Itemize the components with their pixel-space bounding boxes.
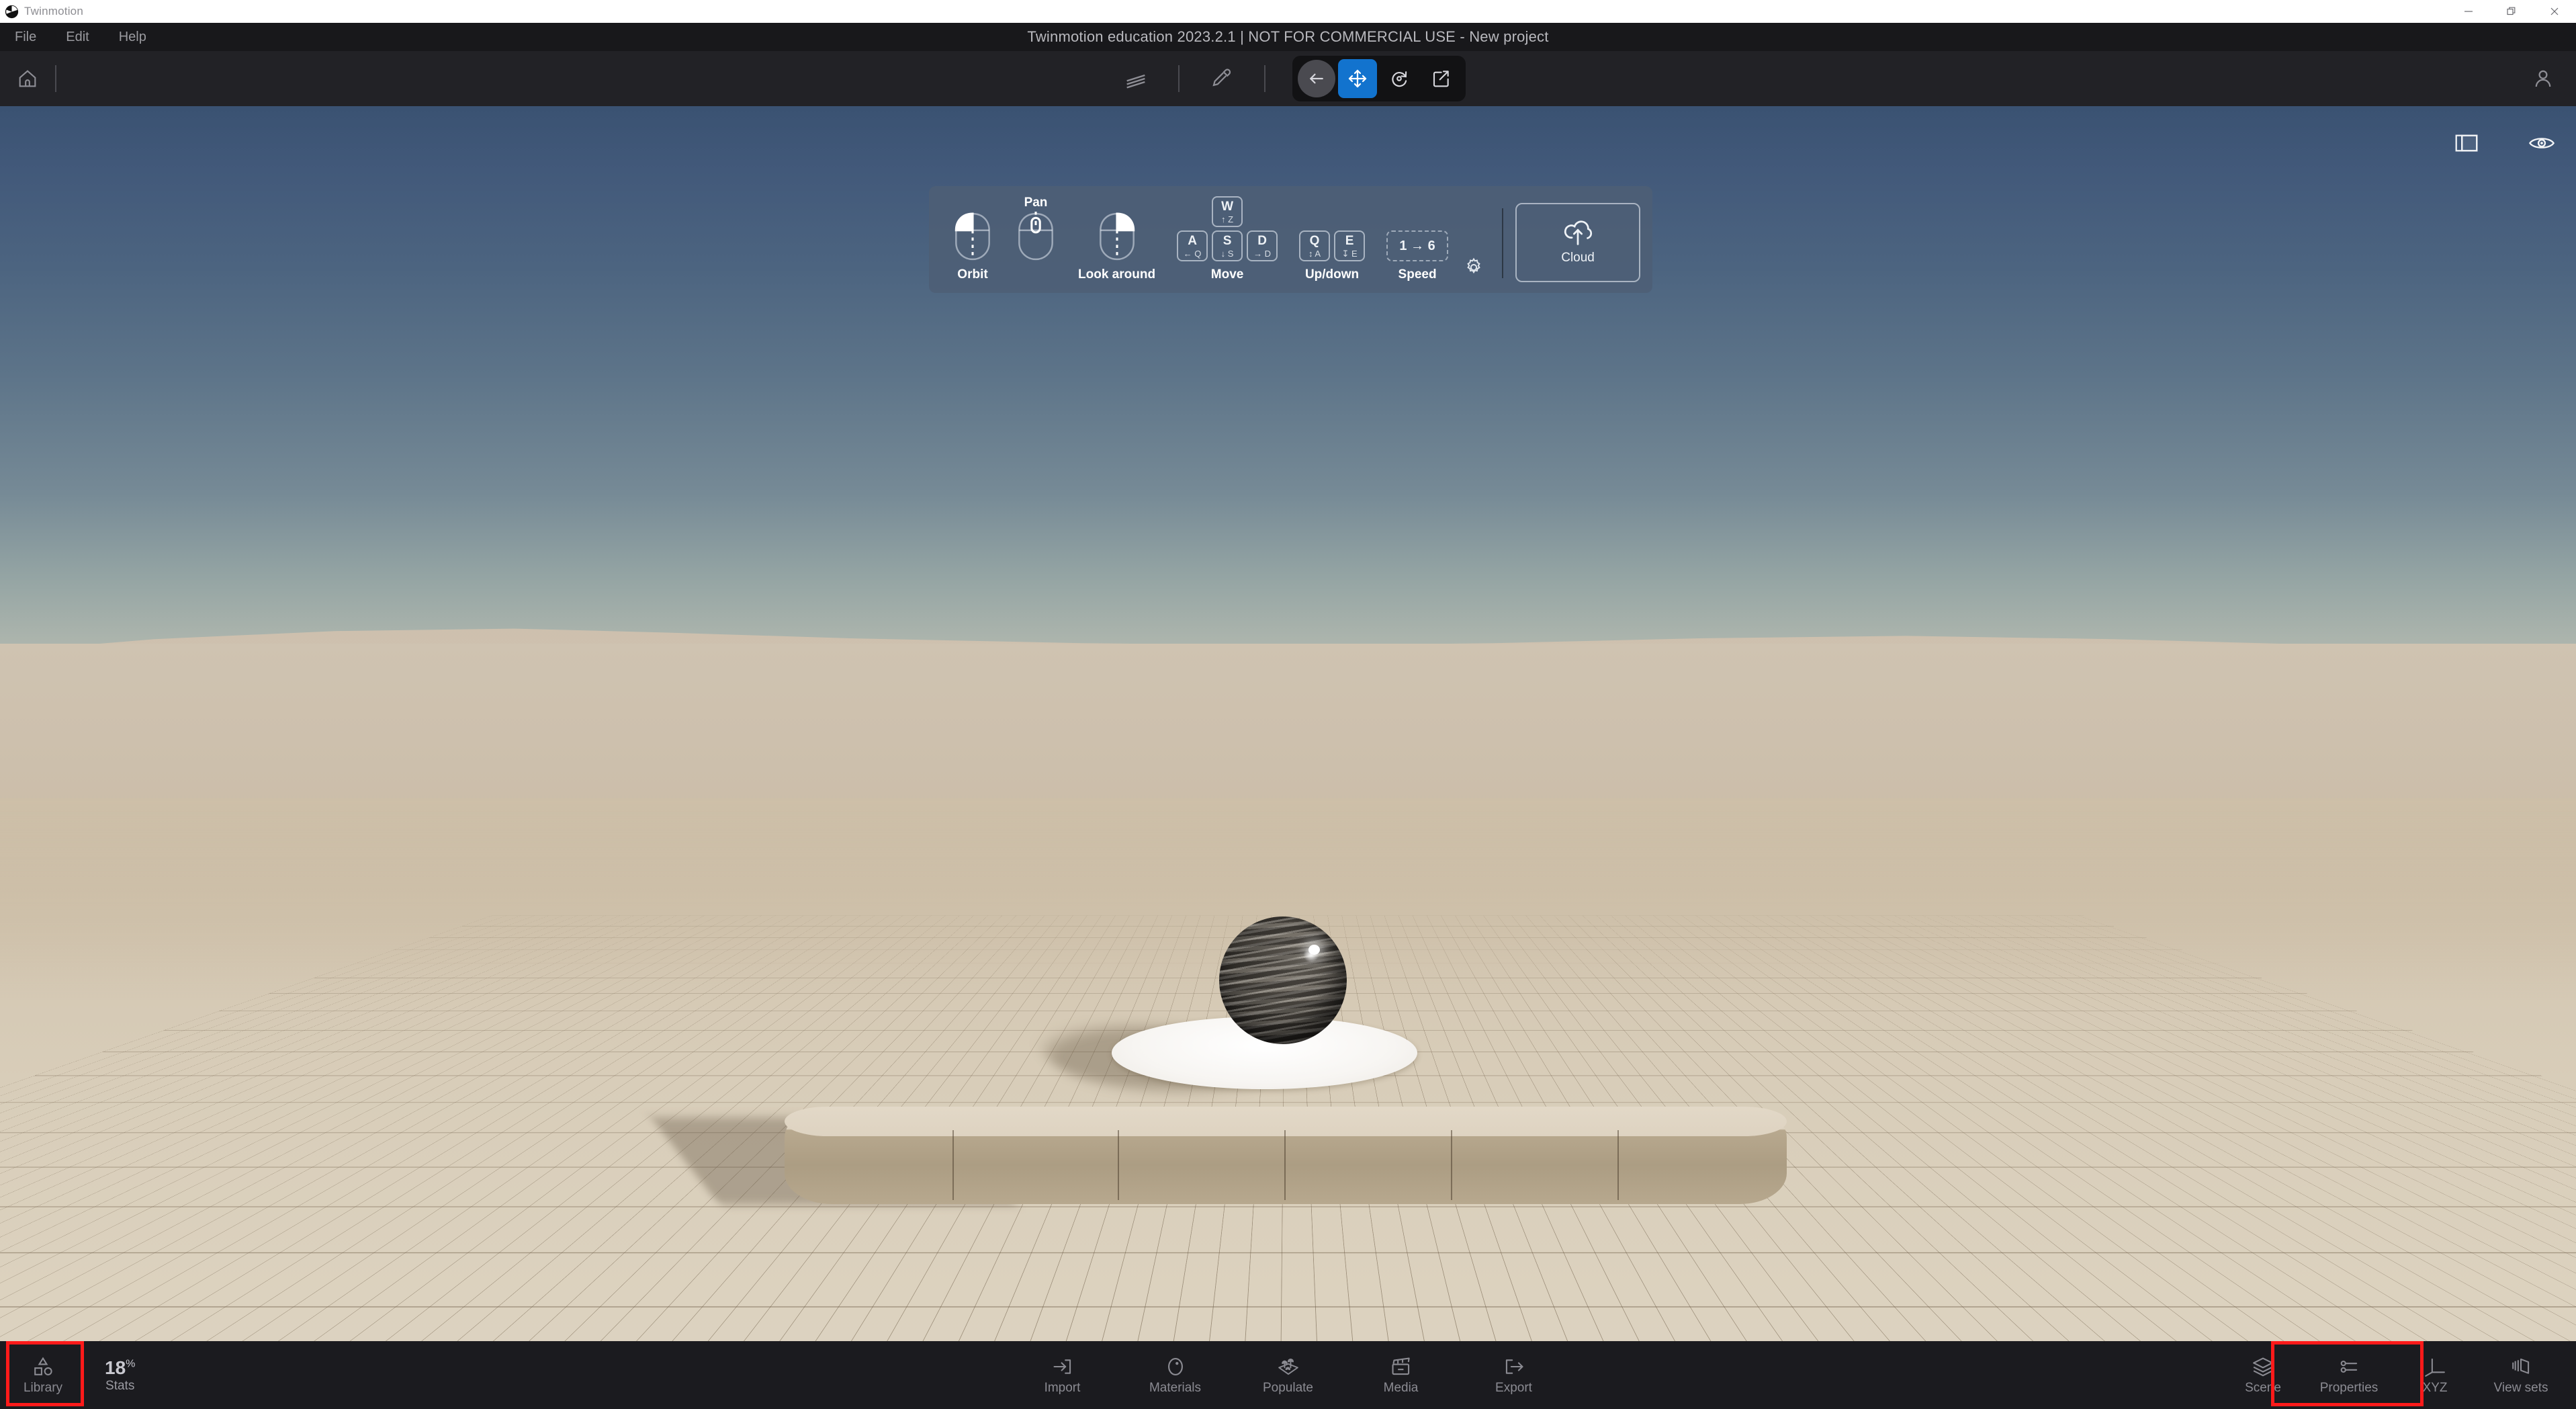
menu-edit[interactable]: Edit [51,23,103,51]
bench-seam [1284,1130,1286,1200]
gear-icon[interactable] [1459,257,1493,282]
materials-button[interactable]: Materials [1132,1341,1218,1409]
nav-speed-group: 1 → 6 Speed [1376,230,1459,282]
bench-seam [1451,1130,1452,1200]
panel-layout-icon[interactable] [2451,128,2482,159]
main-toolbar [0,51,2576,106]
nav-updown-group: Q ↕ A E ↧ E Up/down [1288,230,1376,282]
nav-move-label: Move [1211,267,1244,282]
eye-icon[interactable] [2526,128,2557,159]
bench-top-face [785,1107,1787,1136]
import-label: Import [1045,1381,1081,1396]
materials-label: Materials [1149,1381,1201,1396]
back-arrow-icon[interactable] [1298,60,1335,97]
user-account-icon[interactable] [2525,60,2561,97]
menu-bar: File Edit Help Twinmotion education 2023… [0,23,2576,51]
populate-label: Populate [1263,1381,1313,1396]
nav-pan-group: Pan . [1004,196,1067,282]
menu-help[interactable]: Help [104,23,161,51]
bench-seam [952,1130,954,1200]
nav-orbit-group: Orbit [941,212,1004,282]
transform-gizmo-group [1292,56,1466,101]
stacked-lines-icon[interactable] [1111,54,1161,103]
toolbar-divider-2 [1264,65,1265,92]
media-label: Media [1384,1381,1419,1396]
nav-orbit-label: Orbit [957,267,987,282]
nav-look-around-group: Look around [1067,212,1166,282]
twinmotion-logo-icon [0,0,23,23]
key-d[interactable]: D → D [1247,230,1278,261]
window-controls [2447,0,2576,23]
close-icon[interactable] [2533,0,2576,23]
wasd-keys: W ↑ Z A ← Q S ↓ S D → D [1177,196,1278,261]
import-button[interactable]: Import [1020,1341,1106,1409]
navpanel-divider [1502,208,1503,278]
os-title-bar: Twinmotion [0,0,2576,23]
rotate-gizmo-icon[interactable] [1380,59,1419,98]
bottom-center-group: Import Materials [0,1341,2576,1409]
export-button[interactable]: Export [1471,1341,1557,1409]
media-clapperboard-icon [1389,1355,1413,1378]
export-label: Export [1495,1381,1532,1396]
minimize-icon[interactable] [2447,0,2490,23]
viewport-overlay-controls [2451,128,2557,159]
export-icon [1502,1355,1526,1378]
key-a[interactable]: A ← Q [1177,230,1208,261]
cloud-upload-icon [1560,220,1595,248]
os-app-name: Twinmotion [24,5,83,18]
nav-look-around-label: Look around [1078,267,1155,282]
scale-gizmo-icon[interactable] [1421,59,1460,98]
nav-updown-label: Up/down [1305,267,1359,282]
move-gizmo-icon[interactable] [1338,59,1377,98]
bench-seam [1118,1130,1119,1200]
import-icon [1051,1355,1075,1378]
speed-range-key[interactable]: 1 → 6 [1386,230,1448,261]
cloud-label: Cloud [1561,251,1595,265]
bench-seam [1617,1130,1619,1200]
mouse-left-button-icon [952,212,993,261]
populate-plants-icon [1276,1355,1300,1378]
populate-button[interactable]: Populate [1245,1341,1331,1409]
navigation-help-panel[interactable]: Orbit Pan . [929,186,1652,293]
toolbar-divider-1 [1178,65,1180,92]
sphere-specular-highlight [1308,945,1320,955]
mouse-right-button-icon [1096,212,1138,261]
project-title: Twinmotion education 2023.2.1 | NOT FOR … [0,23,2576,51]
restore-icon[interactable] [2490,0,2533,23]
media-button[interactable]: Media [1358,1341,1444,1409]
cloud-upload-button[interactable]: Cloud [1515,203,1640,282]
updown-keys: Q ↕ A E ↧ E [1299,230,1365,261]
menu-file[interactable]: File [0,23,51,51]
nav-move-group: W ↑ Z A ← Q S ↓ S D → D [1166,196,1288,282]
mouse-middle-button-icon [1015,212,1057,261]
key-w[interactable]: W ↑ Z [1212,196,1243,227]
bottom-toolbar: Library 18% Stats Import [0,1341,2576,1409]
key-s[interactable]: S ↓ S [1212,230,1243,261]
materials-sphere-icon [1164,1355,1187,1378]
eyedropper-icon[interactable] [1197,54,1247,103]
nav-pan-label: Pan [1024,196,1048,210]
toolbar-center-group [0,51,2576,106]
twinmotion-app-window: Twinmotion File Edit Help Twinmot [0,0,2576,1409]
nav-speed-label: Speed [1398,267,1437,282]
marble-sphere-object[interactable] [1219,916,1347,1044]
key-e[interactable]: E ↧ E [1334,230,1365,261]
key-q[interactable]: Q ↕ A [1299,230,1330,261]
